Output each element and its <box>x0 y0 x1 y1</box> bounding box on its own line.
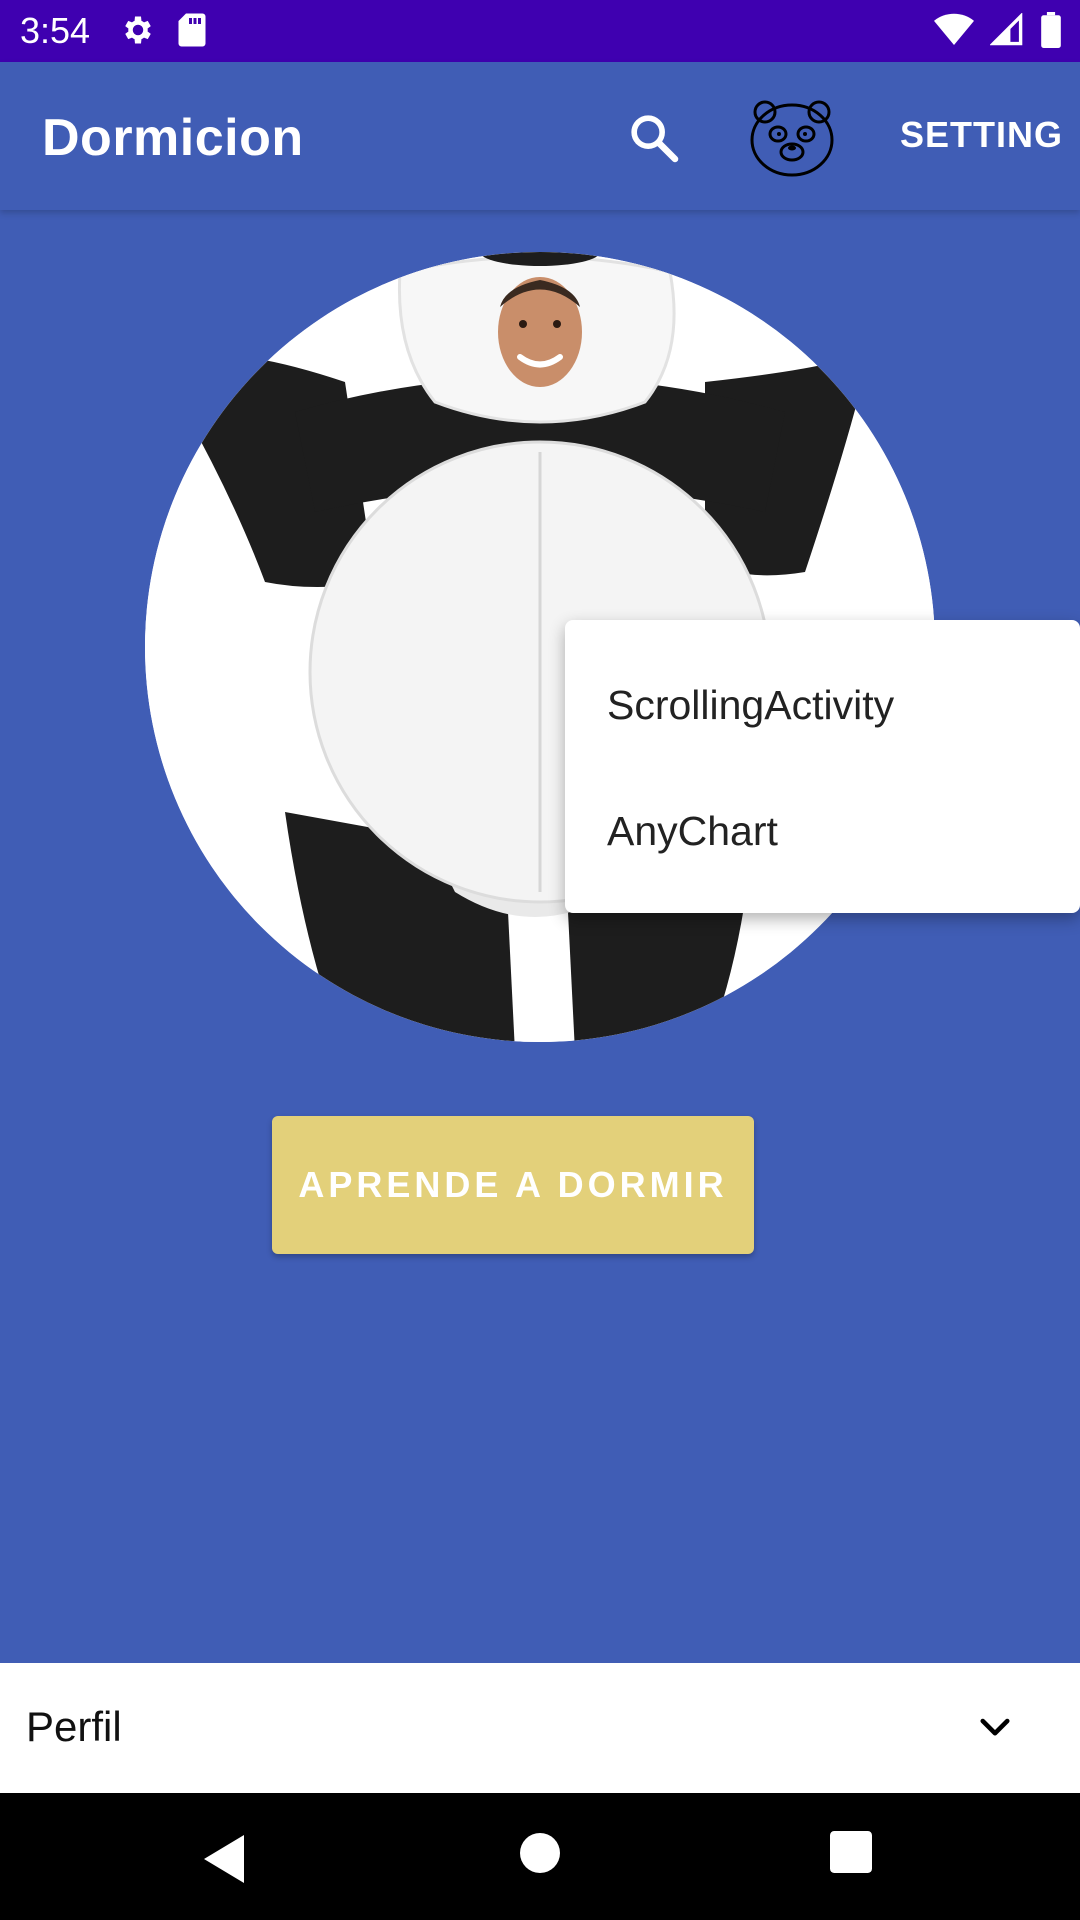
status-right-icons <box>934 12 1062 48</box>
back-icon[interactable] <box>200 1833 248 1885</box>
recents-icon[interactable] <box>830 1831 872 1873</box>
search-button[interactable] <box>626 110 682 166</box>
learn-to-sleep-button[interactable]: APRENDE A DORMIR <box>272 1116 754 1254</box>
menu-item-scrolling-activity[interactable]: ScrollingActivity <box>607 682 894 729</box>
status-time: 3:54 <box>20 10 91 51</box>
menu-item-anychart[interactable]: AnyChart <box>607 808 778 855</box>
search-icon <box>631 115 679 163</box>
overflow-popup-menu: ScrollingActivity AnyChart <box>565 620 1080 913</box>
battery-icon <box>1041 12 1061 48</box>
setting-button[interactable]: SETTING <box>900 114 1063 156</box>
home-icon[interactable] <box>520 1833 560 1873</box>
status-left-icons <box>120 12 208 48</box>
chevron-down-icon <box>980 1718 1010 1736</box>
panda-icon <box>750 100 834 177</box>
panda-button[interactable] <box>748 96 836 178</box>
gear-icon <box>125 16 151 44</box>
app-title: Dormicion <box>42 109 304 167</box>
app-screen: 3:54 Dormicion SETTING APRENDE A DORMIR … <box>0 0 1080 1920</box>
spinner-selected-value: Perfil <box>26 1703 122 1750</box>
app-bar: Dormicion SETTING <box>0 62 1080 210</box>
profile-spinner[interactable]: Perfil <box>0 1663 1080 1793</box>
wifi-icon <box>934 13 974 45</box>
sd-card-icon <box>178 13 206 47</box>
system-nav-bar <box>0 1793 1080 1920</box>
status-bar: 3:54 <box>0 0 1080 62</box>
signal-icon <box>990 13 1023 46</box>
